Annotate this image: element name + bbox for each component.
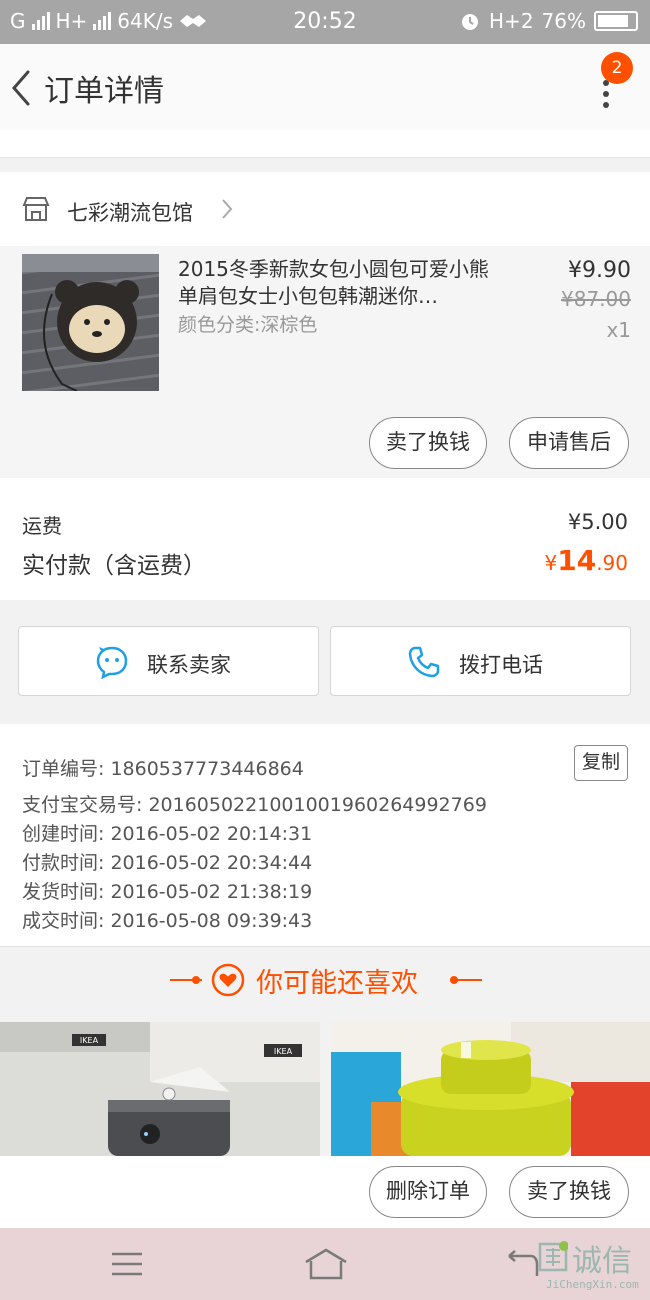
paid-time: 付款时间: 2016-05-02 20:34:44 [22,852,313,874]
nav-bar: 订单详情 2 [0,44,650,130]
after-sale-button[interactable]: 申请售后 [509,417,629,469]
paid-currency: ¥ [544,551,558,575]
store-icon [22,197,50,221]
watermark-logo-icon [538,1241,568,1272]
paid-integer: 14 [557,544,597,577]
recommend-header: 你可能还喜欢 [0,946,650,1012]
brand-text-2: IKEA [274,1047,293,1056]
copy-button[interactable]: 复制 [574,745,628,781]
shipped-time: 发货时间: 2016-05-02 21:38:19 [22,881,313,903]
product-title[interactable]: 2015冬季新款女包小圆包可爱小熊单肩包女士小包包韩潮迷你… [178,256,500,310]
paid-amount: ¥14.90 [544,544,628,577]
shop-row[interactable]: 七彩潮流包馆 [0,172,650,246]
battery-label: 76% [541,9,586,33]
product-thumbnail[interactable] [22,254,159,391]
divider-right [450,979,482,981]
back-icon[interactable] [8,68,34,108]
message-badge: 2 [601,52,633,84]
brand-text-1: IKEA [80,1036,99,1045]
recommend-title: 你可能还喜欢 [256,968,418,999]
alarm-icon [462,14,479,30]
shipping-label: 运费 [22,514,62,538]
product-original-price: ¥87.00 [561,287,631,311]
scroll-cut-section [0,130,650,158]
order-number: 订单编号: 1860537773446864 [22,758,304,780]
recommend-product-1[interactable]: IKEA IKEA [0,1022,320,1156]
watermark: 诚信 JiChengXin.com [536,1236,648,1296]
status-right: H+2 76% [459,9,638,33]
contact-seller-button[interactable]: 联系卖家 [18,626,319,696]
product-spec: 颜色分类:深棕色 [178,314,318,336]
divider-dot-left [192,976,200,984]
alipay-number: 支付宝交易号: 2016050221001001960264992769 [22,794,487,816]
chevron-right-icon [222,199,233,219]
watermark-sub: JiChengXin.com [546,1278,639,1291]
call-phone-button[interactable]: 拨打电话 [330,626,631,696]
battery-icon [594,11,638,31]
paid-decimal: .90 [596,551,628,575]
heart-icon [211,963,245,997]
sell-button-bottom[interactable]: 卖了换钱 [509,1166,629,1218]
product-price: ¥9.90 [568,258,631,283]
paid-label: 实付款（含运费） [22,553,206,579]
back-nav-icon[interactable] [505,1250,539,1278]
recommend-product-2[interactable] [331,1022,650,1156]
call-phone-label: 拨打电话 [459,653,543,677]
completed-time: 成交时间: 2016-05-08 09:39:43 [22,910,313,932]
bottom-actions: 删除订单 卖了换钱 [0,1156,650,1228]
chat-icon [96,646,128,679]
contact-seller-label: 联系卖家 [147,653,231,677]
sell-button[interactable]: 卖了换钱 [369,417,487,469]
fee-section: 运费 ¥5.00 实付款（含运费） ¥14.90 [0,478,650,600]
delete-order-button[interactable]: 删除订单 [369,1166,487,1218]
order-item[interactable]: 2015冬季新款女包小圆包可爱小熊单肩包女士小包包韩潮迷你… 颜色分类:深棕色 … [0,246,650,400]
watermark-text: 诚信 [572,1244,632,1279]
phone-icon [408,646,440,678]
menu-icon[interactable] [111,1252,143,1276]
page-title: 订单详情 [44,74,164,109]
status-bar: G H+ 64K/s 20:52 H+2 76% [0,0,650,44]
created-time: 创建时间: 2016-05-02 20:14:31 [22,823,313,845]
more-menu-icon[interactable] [596,80,616,120]
shipping-value: ¥5.00 [567,510,628,534]
order-info: 订单编号: 1860537773446864 复制 支付宝交易号: 201605… [0,724,650,946]
home-icon[interactable] [304,1248,348,1280]
network2-label: H+2 [489,9,534,33]
product-quantity: x1 [606,318,631,342]
item-actions: 卖了换钱 申请售后 [0,400,650,478]
shop-name: 七彩潮流包馆 [67,201,193,225]
contact-section: 联系卖家 拨打电话 [0,612,650,708]
